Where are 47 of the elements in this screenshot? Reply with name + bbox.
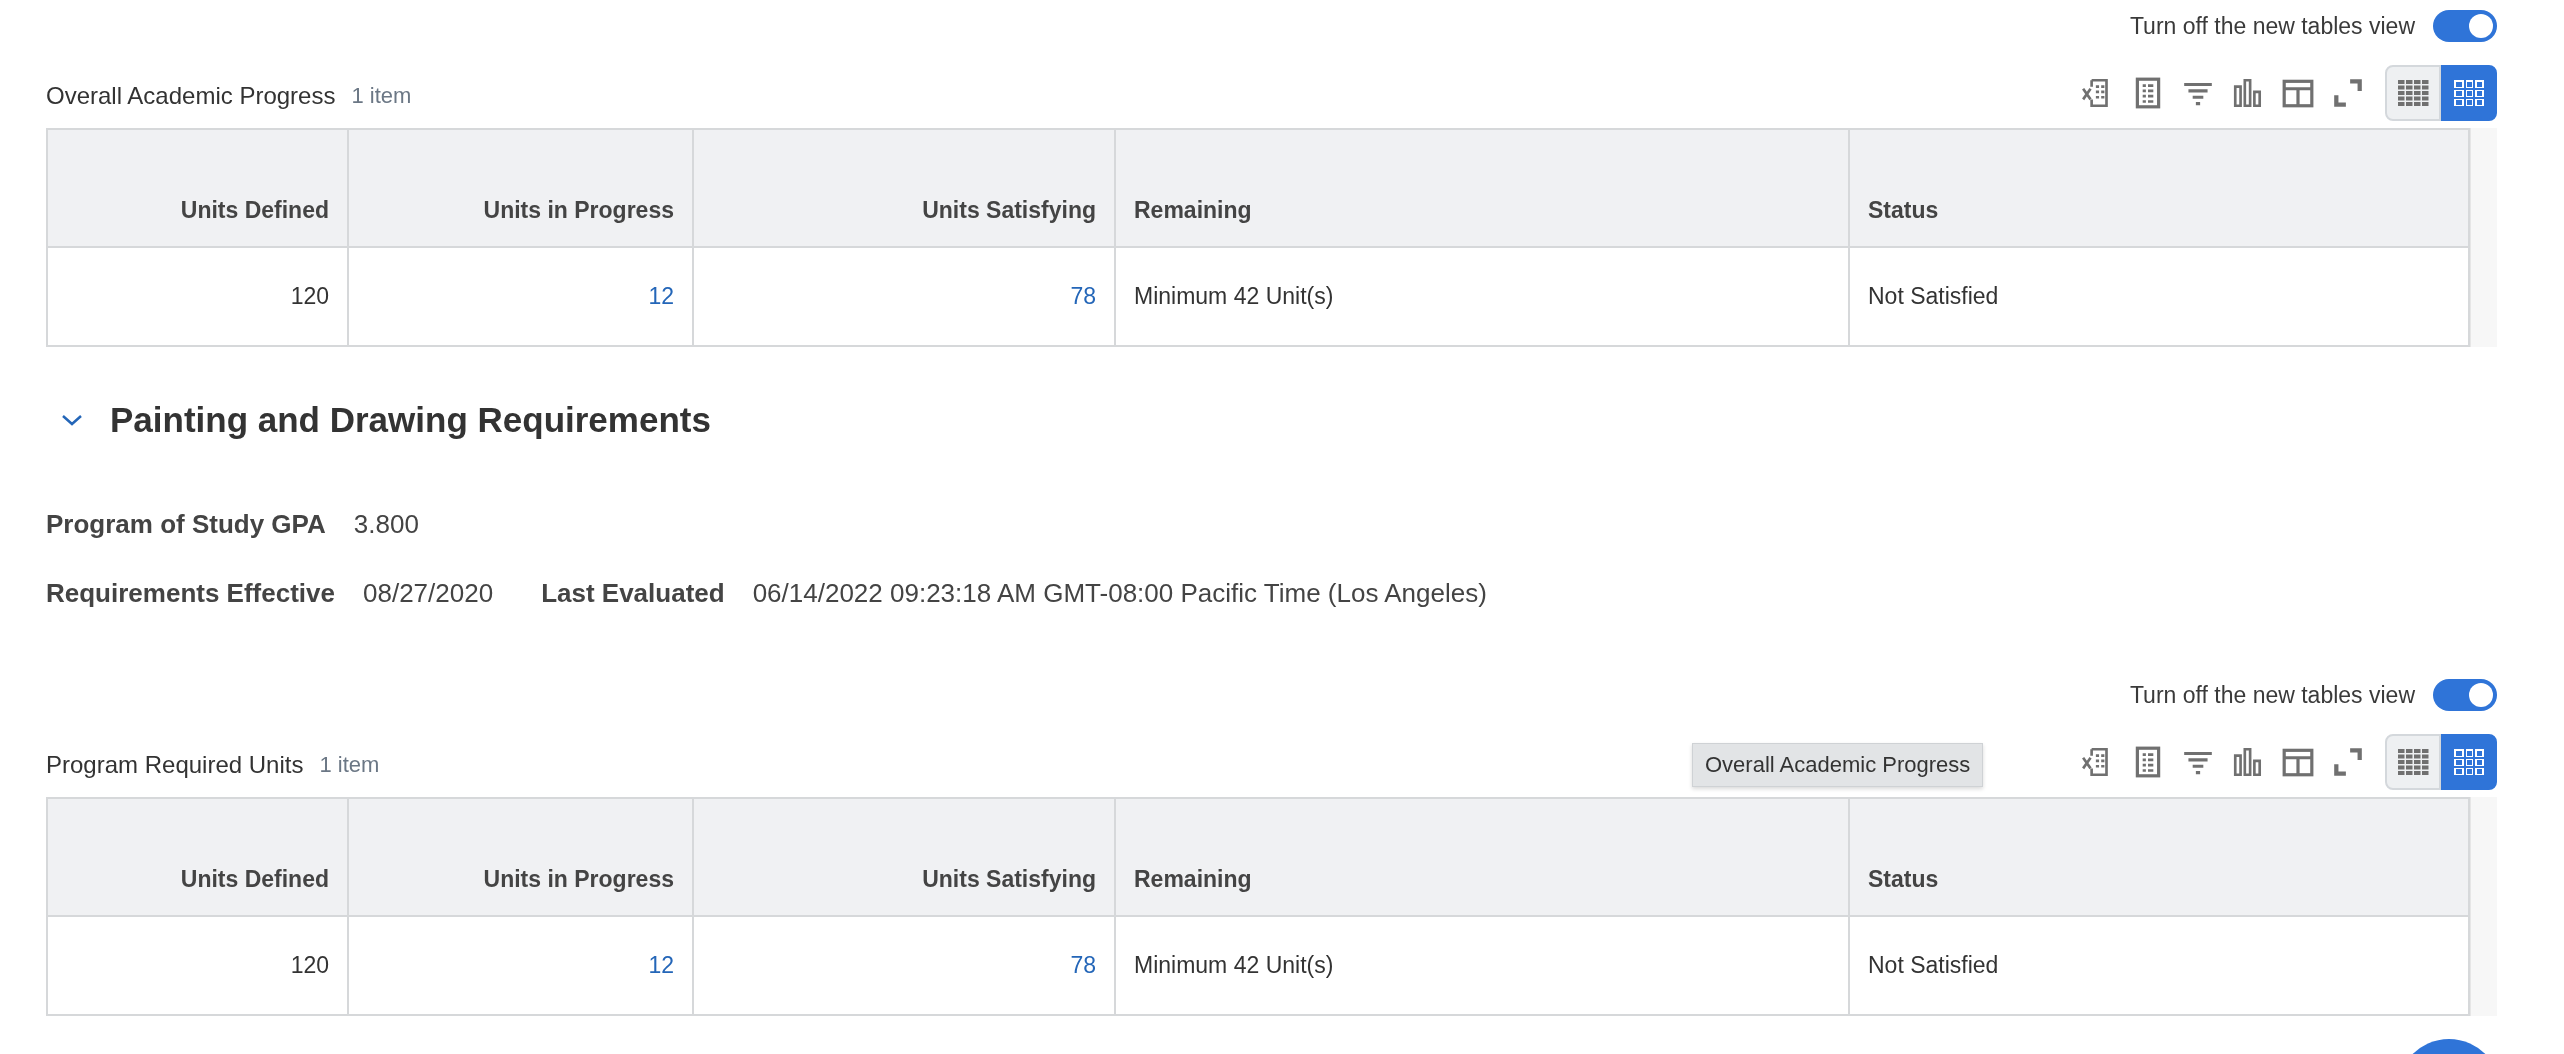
- column-header: Remaining: [1116, 130, 1850, 248]
- column-header: Units Defined: [48, 130, 349, 248]
- compact-grid-view-button[interactable]: [2385, 65, 2441, 121]
- table-cell: Not Satisfied: [1868, 952, 1999, 979]
- expand-icon[interactable]: [2331, 76, 2365, 110]
- toggle-label: Turn off the new tables view: [2129, 681, 2415, 709]
- grid-view-button[interactable]: [2441, 65, 2497, 121]
- item-count: 1 item: [319, 752, 380, 778]
- toggle-switch[interactable]: [2433, 10, 2497, 42]
- column-header: Units Defined: [48, 799, 349, 917]
- column-header: Status: [1850, 130, 2468, 248]
- cell-link[interactable]: 12: [648, 283, 674, 310]
- table-cell: Not Satisfied: [1868, 283, 1999, 310]
- grid-icon: [2453, 748, 2485, 776]
- field-label: Program of Study GPA: [46, 509, 326, 540]
- field-label: Requirements Effective: [46, 578, 335, 609]
- table-title: Program Required Units: [46, 751, 304, 779]
- cell-link[interactable]: 12: [648, 952, 674, 979]
- grid-icon: [2453, 79, 2485, 107]
- cell-link[interactable]: 78: [1070, 283, 1096, 310]
- table-cell: Minimum 42 Unit(s): [1134, 283, 1334, 310]
- field-value: 06/14/2022 09:23:18 AM GMT-08:00 Pacific Time (Los Angeles): [752, 578, 1487, 609]
- table-title: Overall Academic Progress: [46, 82, 336, 110]
- table-cell: 120: [290, 283, 329, 310]
- expand-icon[interactable]: [2331, 745, 2365, 779]
- grid-view-button[interactable]: [2441, 734, 2497, 790]
- compact-grid-view-button[interactable]: [2385, 734, 2441, 790]
- section-title: Painting and Drawing Requirements: [110, 400, 711, 440]
- column-header: Remaining: [1116, 799, 1850, 917]
- column-header: Units Satisfying: [694, 799, 1116, 917]
- table-cell: Minimum 42 Unit(s): [1134, 952, 1334, 979]
- toggle-switch[interactable]: [2433, 679, 2497, 711]
- compact-grid-icon: [2397, 79, 2429, 107]
- column-header: Units Satisfying: [694, 130, 1116, 248]
- tooltip: Overall Academic Progress: [1692, 743, 1984, 787]
- cell-link[interactable]: 78: [1070, 952, 1096, 979]
- compact-grid-icon: [2397, 748, 2429, 776]
- item-count: 1 item: [351, 83, 412, 109]
- toggle-label: Turn off the new tables view: [2129, 12, 2415, 40]
- field-label: Last Evaluated: [541, 578, 725, 609]
- field-value: 08/27/2020: [363, 578, 494, 609]
- table-cell: 120: [290, 952, 329, 979]
- column-header: Status: [1850, 799, 2468, 917]
- chevron-icon[interactable]: [60, 412, 84, 428]
- column-header: Units in Progress: [349, 799, 694, 917]
- field-value: 3.800: [353, 509, 419, 540]
- column-header: Units in Progress: [349, 130, 694, 248]
